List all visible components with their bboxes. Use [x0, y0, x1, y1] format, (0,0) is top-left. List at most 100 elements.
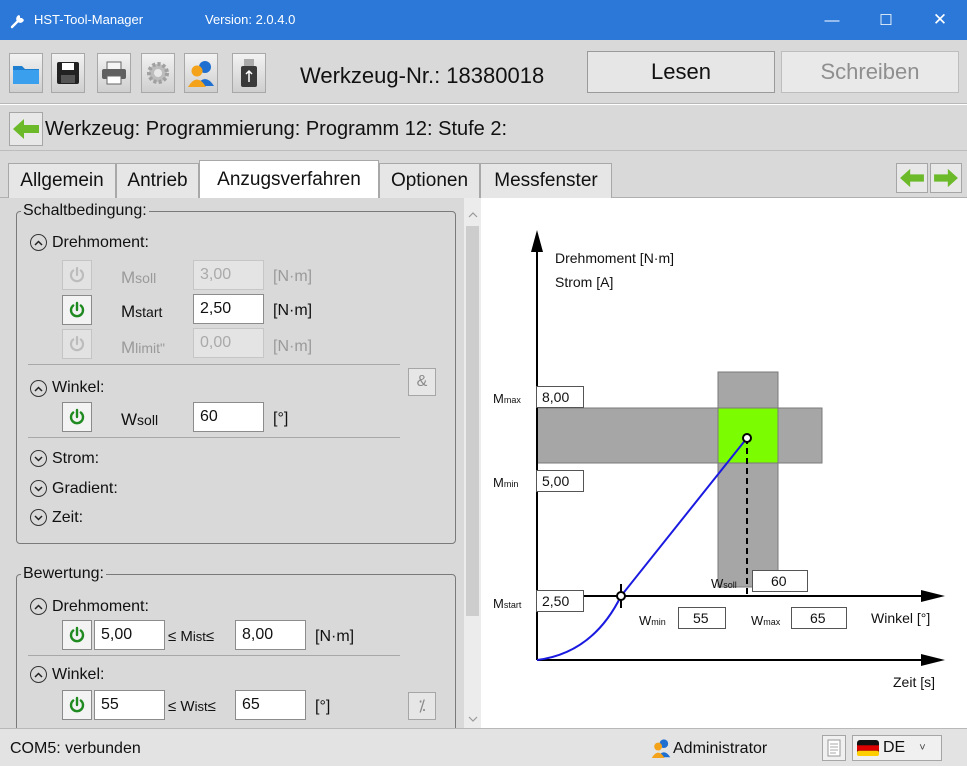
- torque-tolerance-band: [536, 407, 823, 464]
- print-button[interactable]: [97, 53, 131, 93]
- tab-allgemein[interactable]: Allgemein: [8, 163, 116, 198]
- wmax-value: 65: [791, 607, 847, 629]
- tightening-diagram-svg: [531, 230, 945, 666]
- tab-antrieb[interactable]: Antrieb: [116, 163, 199, 198]
- wmax-label: Wmax: [751, 613, 781, 628]
- read-button[interactable]: Lesen: [587, 51, 775, 93]
- strom-expand-icon[interactable]: [30, 450, 47, 467]
- mlimit-power-toggle[interactable]: [62, 329, 92, 359]
- wsoll-label: Wsoll: [121, 410, 159, 429]
- minimize-button[interactable]: —: [809, 0, 855, 40]
- toolbar: Werkzeug-Nr.: 18380018 Lesen Schreiben: [0, 40, 967, 104]
- gear-icon: [147, 62, 169, 84]
- wmin-label: Wmin: [639, 613, 666, 628]
- msoll-unit: [N·m]: [273, 268, 313, 285]
- german-flag-icon: [857, 740, 879, 756]
- settings-button[interactable]: [141, 53, 175, 93]
- wsoll-diagram-value: 60: [752, 570, 808, 592]
- usb-button[interactable]: [232, 53, 266, 93]
- power-icon: [69, 266, 85, 283]
- status-bar: COM5: verbunden Administrator DE ˅: [0, 728, 967, 766]
- y-axis-arrow: [531, 230, 543, 252]
- power-icon: [69, 696, 85, 713]
- wsoll-unit: [°]: [273, 410, 289, 427]
- w-max-input[interactable]: 65: [235, 690, 306, 720]
- save-button[interactable]: [51, 53, 85, 93]
- bewertung-drehmoment-collapse-icon[interactable]: [30, 598, 47, 615]
- log-button[interactable]: [822, 735, 846, 761]
- arrow-left-icon: [900, 168, 924, 188]
- language-value: DE: [883, 739, 906, 756]
- winkel-eval-power-toggle[interactable]: [62, 690, 92, 720]
- w-ist-range-label: ≤ Wist≤: [168, 698, 216, 715]
- back-button[interactable]: [9, 112, 43, 146]
- mstart-label: Mstart: [121, 302, 163, 321]
- mstart-point: [616, 591, 626, 601]
- gradient-label: Gradient:: [52, 480, 118, 497]
- mlimit-input[interactable]: 0,00: [193, 328, 264, 358]
- y-axis-label-torque: Drehmoment [N·m]: [555, 250, 675, 266]
- open-folder-button[interactable]: [9, 53, 43, 93]
- close-button[interactable]: ✕: [917, 0, 963, 40]
- tab-anzugsverfahren[interactable]: Anzugsverfahren: [199, 160, 379, 199]
- arrow-left-icon: [13, 119, 39, 139]
- next-tab-button[interactable]: [930, 163, 962, 193]
- scroll-down-icon[interactable]: [468, 710, 478, 722]
- winkel-collapse-icon[interactable]: [30, 380, 47, 397]
- m-min-input[interactable]: 5,00: [94, 620, 165, 650]
- bewertung-drehmoment-label: Drehmoment:: [52, 598, 149, 615]
- bewertung-winkel-collapse-icon[interactable]: [30, 666, 47, 683]
- wsoll-input[interactable]: 60: [193, 402, 264, 432]
- previous-tab-button[interactable]: [896, 163, 928, 193]
- drehmoment-collapse-icon[interactable]: [30, 234, 47, 251]
- floppy-disk-icon: [57, 62, 79, 84]
- drehmoment-eval-power-toggle[interactable]: [62, 620, 92, 650]
- bewertung-legend: Bewertung:: [23, 565, 104, 582]
- title-bar: HST-Tool-Manager Version: 2.0.4.0 — ☐ ✕: [0, 0, 967, 40]
- power-icon: [69, 626, 85, 643]
- bewertung-winkel-label: Winkel:: [52, 666, 105, 683]
- write-button[interactable]: Schreiben: [781, 51, 959, 93]
- mlimit-unit: [N·m]: [273, 338, 313, 355]
- y-axis-label-current: Strom [A]: [555, 274, 614, 290]
- msoll-power-toggle[interactable]: [62, 260, 92, 290]
- scroll-up-icon[interactable]: [468, 206, 478, 218]
- m-unit: [N·m]: [315, 628, 355, 645]
- user-management-button[interactable]: [184, 53, 218, 93]
- power-icon: [69, 335, 85, 352]
- schaltbedingung-legend: Schaltbedingung:: [23, 202, 147, 219]
- w-unit: [°]: [315, 698, 331, 715]
- m-max-input[interactable]: 8,00: [235, 620, 306, 650]
- mstart-power-toggle[interactable]: [62, 295, 92, 325]
- tab-optionen[interactable]: Optionen: [379, 163, 480, 198]
- mmax-label: Mmax: [493, 391, 521, 406]
- maximize-button[interactable]: ☐: [863, 0, 909, 40]
- language-select[interactable]: DE ˅: [852, 735, 942, 761]
- msoll-input[interactable]: 3,00: [193, 260, 264, 290]
- and-combine-button[interactable]: &: [408, 368, 436, 396]
- wmin-value: 55: [678, 607, 726, 629]
- mstart-unit: [N·m]: [273, 302, 313, 319]
- wsoll-power-toggle[interactable]: [62, 402, 92, 432]
- vertical-scrollbar[interactable]: [464, 198, 481, 728]
- breadcrumb-bar: Werkzeug: Programmierung: Programm 12: S…: [0, 105, 967, 151]
- zeit-label: Zeit:: [52, 509, 84, 526]
- scroll-thumb[interactable]: [466, 226, 479, 616]
- drehmoment-label: Drehmoment:: [52, 234, 149, 251]
- msoll-label: Msoll: [121, 268, 157, 287]
- current-user[interactable]: Administrator: [673, 740, 767, 758]
- folder-icon: [13, 66, 39, 84]
- winkel-axis-label: Winkel [°]: [871, 610, 931, 626]
- w-min-input[interactable]: 55: [94, 690, 165, 720]
- mstart-input[interactable]: 2,50: [193, 294, 264, 324]
- percent-button[interactable]: ⁒: [408, 692, 436, 720]
- divider: [28, 364, 400, 365]
- mmin-label: Mmin: [493, 475, 519, 490]
- tab-messfenster[interactable]: Messfenster: [480, 163, 612, 198]
- gradient-expand-icon[interactable]: [30, 480, 47, 497]
- printer-icon: [102, 61, 126, 85]
- zeit-expand-icon[interactable]: [30, 509, 47, 526]
- window-version: Version: 2.0.4.0: [205, 12, 296, 27]
- mmax-value: 8,00: [536, 386, 584, 408]
- mmin-value: 5,00: [536, 470, 584, 492]
